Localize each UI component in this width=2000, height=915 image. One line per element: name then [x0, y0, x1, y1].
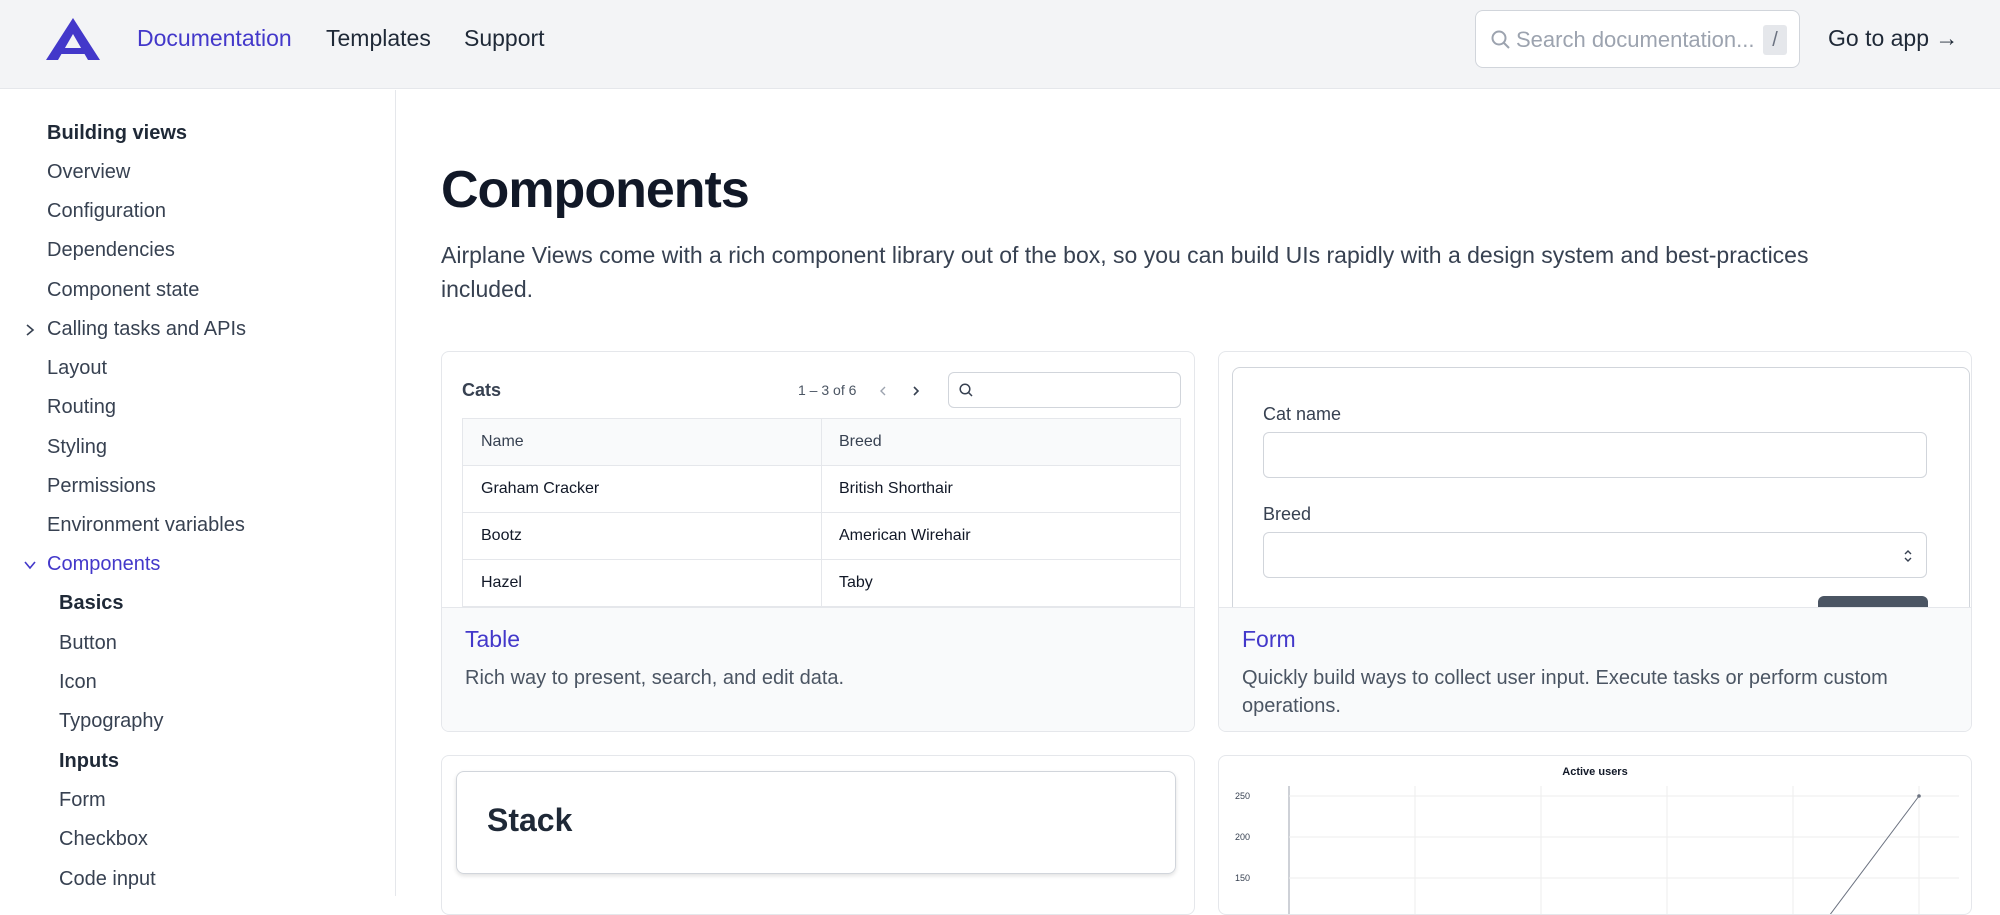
sidebar-section-building-views: Building views — [47, 122, 188, 144]
sidebar-subsection-basics: Basics — [59, 592, 124, 614]
chevron-right-icon[interactable] — [23, 323, 37, 337]
page-lead: Airplane Views come with a rich componen… — [441, 242, 1809, 302]
table-cell: Graham Cracker — [481, 480, 600, 497]
table-cell: British Shorthair — [839, 480, 953, 497]
sidebar-item-configuration[interactable]: Configuration — [47, 200, 166, 223]
table-cell: Bootz — [481, 527, 522, 544]
chart-y-tick-label: 150 — [1235, 873, 1250, 883]
chevron-right-icon[interactable] — [910, 385, 922, 397]
table-cell: Hazel — [481, 574, 522, 591]
chevron-left-icon[interactable] — [877, 385, 889, 397]
chart-y-tick-label: 200 — [1235, 832, 1250, 842]
chart-point[interactable] — [1917, 794, 1921, 798]
sidebar-item-checkbox[interactable]: Checkbox — [59, 828, 148, 851]
table-row[interactable]: Graham Cracker British Shorthair — [463, 466, 1180, 513]
form-card-title[interactable]: Form — [1242, 626, 1296, 653]
table-card-footer: Table Rich way to present, search, and e… — [442, 607, 1194, 731]
nav-support[interactable]: Support — [464, 25, 545, 52]
search-input[interactable]: Search documentation... / — [1475, 10, 1800, 68]
sidebar-item-typography[interactable]: Typography — [59, 710, 164, 733]
sidebar-item-overview[interactable]: Overview — [47, 161, 130, 184]
sidebar-item-form[interactable]: Form — [59, 789, 106, 812]
column-header-breed[interactable]: Breed — [839, 433, 882, 451]
search-icon — [959, 383, 973, 397]
form-card-footer: Form Quickly build ways to collect user … — [1219, 607, 1971, 731]
sidebar-item-component-state[interactable]: Component state — [47, 279, 199, 302]
go-to-app-link[interactable]: Go to app → — [1828, 25, 1958, 52]
nav-documentation[interactable]: Documentation — [137, 25, 292, 52]
airplane-logo-icon[interactable] — [46, 18, 100, 60]
sidebar-item-button[interactable]: Button — [59, 632, 117, 655]
chart-y-tick-label: 250 — [1235, 791, 1250, 801]
chevron-down-icon[interactable] — [23, 558, 37, 572]
sidebar-item-calling-tasks[interactable]: Calling tasks and APIs — [47, 318, 246, 341]
sidebar-item-code-input[interactable]: Code input — [59, 868, 156, 891]
chart-card[interactable]: Active users 250 200 150 — [1218, 755, 1972, 915]
column-header-name[interactable]: Name — [481, 433, 524, 451]
stack-preview-text: Stack — [487, 802, 573, 838]
search-shortcut-key: / — [1763, 25, 1787, 55]
docs-sidebar: Building views Overview Configuration De… — [0, 90, 396, 896]
search-icon — [1491, 30, 1510, 49]
form-label-breed: Breed — [1263, 504, 1312, 524]
select-arrows-icon — [1904, 550, 1912, 562]
sidebar-item-environment-variables[interactable]: Environment variables — [47, 514, 245, 537]
stack-card[interactable]: Stack — [441, 755, 1195, 915]
stack-preview: Stack — [456, 771, 1176, 874]
table-row[interactable]: Bootz American Wirehair — [463, 513, 1180, 560]
sidebar-item-dependencies[interactable]: Dependencies — [47, 239, 175, 262]
breed-select[interactable] — [1263, 532, 1927, 578]
form-card[interactable]: Cat name Breed Form Quickly build ways t… — [1218, 351, 1972, 732]
table-preview-search[interactable] — [948, 372, 1181, 408]
table-cell: American Wirehair — [839, 527, 971, 544]
nav-templates[interactable]: Templates — [326, 25, 431, 52]
active-users-chart: 250 200 150 — [1235, 786, 1959, 914]
table-preview: Name Breed Graham Cracker British Shorth… — [462, 418, 1181, 608]
search-placeholder: Search documentation... — [1516, 27, 1755, 52]
sidebar-item-permissions[interactable]: Permissions — [47, 475, 156, 498]
page-title: Components — [441, 161, 750, 219]
sidebar-item-routing[interactable]: Routing — [47, 396, 116, 419]
table-preview-pagination: 1 – 3 of 6 — [798, 382, 857, 398]
sidebar-subsection-inputs: Inputs — [59, 750, 119, 772]
table-card[interactable]: Cats 1 – 3 of 6 Name Breed Graham Cracke… — [441, 351, 1195, 732]
table-cell: Taby — [839, 574, 873, 591]
form-card-description: Quickly build ways to collect user input… — [1242, 667, 1888, 717]
sidebar-item-components[interactable]: Components — [47, 553, 160, 576]
table-row[interactable]: Hazel Taby — [463, 560, 1180, 607]
table-header-row: Name Breed — [463, 419, 1180, 466]
form-label-cat-name: Cat name — [1263, 404, 1342, 424]
table-card-title[interactable]: Table — [465, 626, 520, 653]
sidebar-item-styling[interactable]: Styling — [47, 436, 107, 459]
sidebar-item-icon[interactable]: Icon — [59, 671, 97, 694]
cat-name-field[interactable] — [1263, 432, 1927, 478]
chart-series-line — [1829, 795, 1920, 914]
sidebar-item-layout[interactable]: Layout — [47, 357, 107, 380]
top-header: Documentation Templates Support Search d… — [0, 0, 2000, 89]
table-card-description: Rich way to present, search, and edit da… — [465, 667, 845, 689]
table-preview-title: Cats — [462, 380, 502, 400]
